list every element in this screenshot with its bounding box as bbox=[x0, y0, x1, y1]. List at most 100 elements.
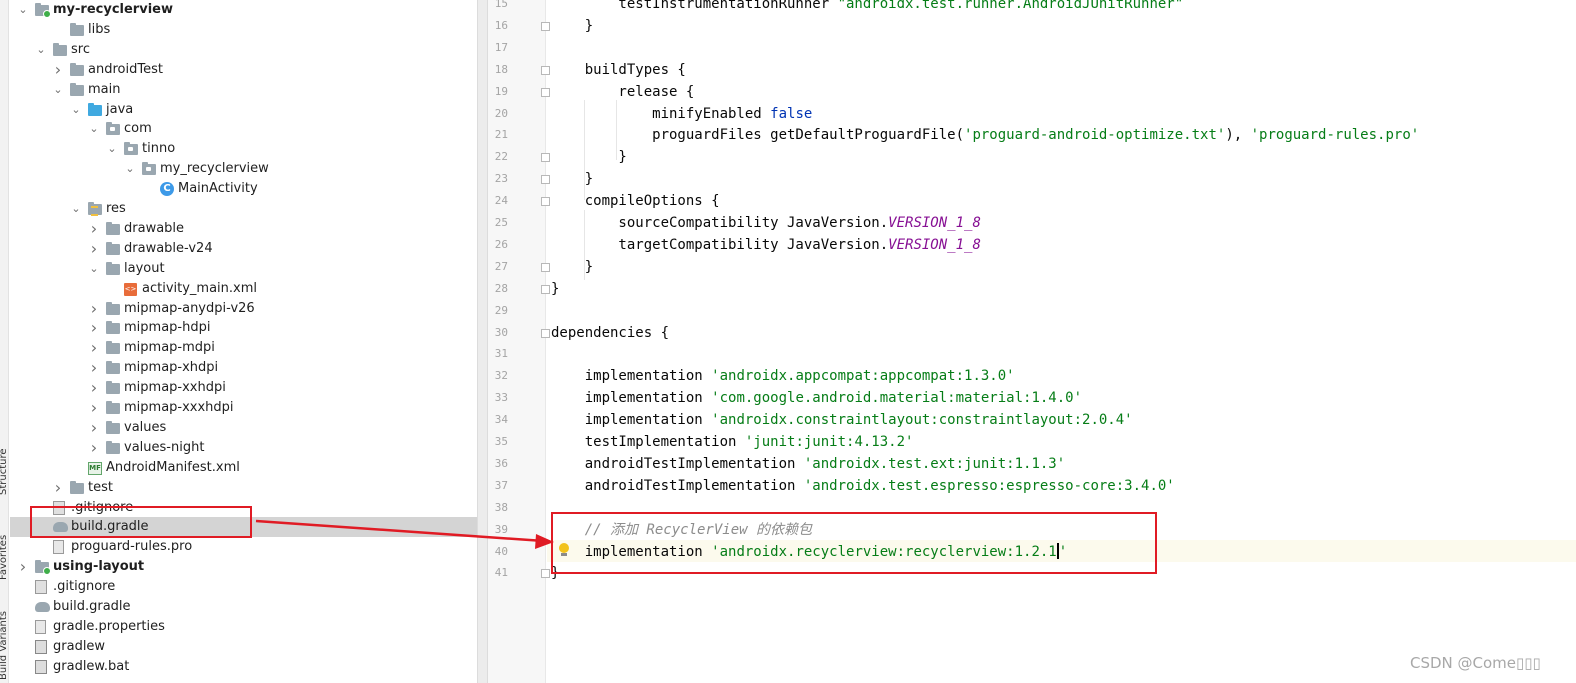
fold-marker-icon[interactable] bbox=[541, 21, 550, 31]
tree-item[interactable]: › mipmap-mdpi bbox=[10, 338, 486, 358]
build-variants-tab[interactable]: Build Variants bbox=[0, 610, 8, 683]
structure-tab[interactable]: Structure bbox=[0, 440, 8, 500]
line-number: 25 bbox=[494, 216, 508, 229]
tree-item[interactable]: ⌄ layout bbox=[10, 259, 486, 279]
fold-marker-icon[interactable] bbox=[541, 197, 550, 207]
chevron-right-icon[interactable]: › bbox=[88, 358, 100, 378]
gradle-file-icon bbox=[35, 602, 50, 612]
tree-item[interactable]: › mipmap-xxhdpi bbox=[10, 378, 486, 398]
tree-item[interactable]: › mipmap-anydpi-v26 bbox=[10, 299, 486, 319]
fold-marker-icon[interactable] bbox=[541, 284, 550, 294]
tree-item[interactable]: ⌄ my_recyclerview bbox=[10, 159, 486, 179]
fold-marker-icon[interactable] bbox=[541, 569, 550, 579]
code-line[interactable]: androidTestImplementation 'androidx.test… bbox=[551, 475, 1175, 497]
chevron-right-icon[interactable]: › bbox=[88, 318, 100, 338]
tree-item[interactable]: <> activity_main.xml bbox=[10, 279, 486, 299]
code-line[interactable]: sourceCompatibility JavaVersion.VERSION_… bbox=[551, 212, 980, 234]
chevron-down-icon[interactable]: ⌄ bbox=[17, 0, 29, 20]
code-line[interactable]: } bbox=[551, 15, 593, 37]
chevron-down-icon[interactable]: ⌄ bbox=[70, 100, 82, 120]
fold-marker-icon[interactable] bbox=[541, 262, 550, 272]
code-line[interactable]: release { bbox=[551, 81, 694, 103]
code-line[interactable]: implementation 'androidx.constraintlayou… bbox=[551, 409, 1133, 431]
chevron-down-icon[interactable]: ⌄ bbox=[88, 259, 100, 279]
tree-item[interactable]: › mipmap-hdpi bbox=[10, 318, 486, 338]
tree-item[interactable]: › drawable-v24 bbox=[10, 239, 486, 259]
chevron-right-icon[interactable]: › bbox=[17, 557, 29, 577]
tree-item[interactable]: ⌄ src bbox=[10, 40, 486, 60]
fold-marker-icon[interactable] bbox=[541, 153, 550, 163]
chevron-right-icon[interactable]: › bbox=[88, 219, 100, 239]
tree-item[interactable]: › test bbox=[10, 478, 486, 498]
tree-item[interactable]: gradlew bbox=[10, 637, 486, 657]
tree-item[interactable]: › drawable bbox=[10, 219, 486, 239]
code-line[interactable]: } bbox=[551, 278, 559, 300]
tree-item[interactable]: .gitignore bbox=[10, 577, 486, 597]
code-line[interactable]: minifyEnabled false bbox=[551, 103, 812, 125]
tree-item-label: mipmap-hdpi bbox=[124, 320, 211, 336]
code-line[interactable]: } bbox=[551, 256, 593, 278]
source-folder-icon bbox=[88, 102, 102, 116]
chevron-down-icon[interactable]: ⌄ bbox=[106, 139, 118, 159]
tree-item[interactable]: gradle.properties bbox=[10, 617, 486, 637]
line-number: 23 bbox=[494, 172, 508, 186]
tree-item-label: gradlew bbox=[53, 638, 106, 654]
tree-item[interactable]: › using-layout bbox=[10, 557, 486, 577]
tree-item-label: drawable-v24 bbox=[124, 240, 213, 256]
chevron-right-icon[interactable]: › bbox=[52, 60, 64, 80]
tree-item[interactable]: proguard-rules.pro bbox=[10, 537, 486, 557]
tree-item[interactable]: C MainActivity bbox=[10, 179, 486, 199]
chevron-right-icon[interactable]: › bbox=[52, 478, 64, 498]
chevron-down-icon[interactable]: ⌄ bbox=[88, 119, 100, 139]
line-number: 26 bbox=[494, 237, 508, 251]
chevron-down-icon[interactable]: ⌄ bbox=[70, 199, 82, 219]
code-line[interactable]: compileOptions { bbox=[551, 190, 720, 212]
fold-marker-icon[interactable] bbox=[541, 328, 550, 338]
code-line[interactable]: implementation 'androidx.appcompat:appco… bbox=[551, 365, 1015, 387]
chevron-right-icon[interactable]: › bbox=[88, 438, 100, 458]
code-line[interactable]: testImplementation 'junit:junit:4.13.2' bbox=[551, 431, 914, 453]
tree-item-label: my-recyclerview bbox=[53, 2, 173, 17]
tree-item[interactable]: › mipmap-xhdpi bbox=[10, 358, 486, 378]
tree-item[interactable]: › values-night bbox=[10, 438, 486, 458]
tree-item-label: mipmap-xhdpi bbox=[124, 360, 219, 376]
tree-item[interactable]: ⌄ main bbox=[10, 80, 486, 100]
tree-item[interactable]: build.gradle bbox=[10, 597, 486, 617]
chevron-right-icon[interactable]: › bbox=[88, 418, 100, 438]
code-line[interactable]: targetCompatibility JavaVersion.VERSION_… bbox=[551, 234, 980, 256]
chevron-down-icon[interactable]: ⌄ bbox=[52, 80, 64, 100]
panel-splitter[interactable] bbox=[477, 0, 488, 683]
chevron-down-icon[interactable]: ⌄ bbox=[35, 40, 47, 60]
tree-item[interactable]: ⌄ res bbox=[10, 199, 486, 219]
tree-item[interactable]: ⌄ tinno bbox=[10, 139, 486, 159]
code-line[interactable]: buildTypes { bbox=[551, 59, 686, 81]
tree-item[interactable]: › mipmap-xxxhdpi bbox=[10, 398, 486, 418]
code-line[interactable]: } bbox=[551, 168, 593, 190]
tree-item[interactable]: › androidTest bbox=[10, 60, 486, 80]
fold-marker-icon[interactable] bbox=[541, 175, 550, 185]
line-number: 27 bbox=[494, 259, 508, 273]
tree-item[interactable]: libs bbox=[10, 20, 486, 40]
chevron-right-icon[interactable]: › bbox=[88, 378, 100, 398]
code-line[interactable]: androidTestImplementation 'androidx.test… bbox=[551, 453, 1065, 475]
favorites-tab[interactable]: Favorites bbox=[0, 525, 8, 585]
fold-marker-icon[interactable] bbox=[541, 65, 550, 75]
chevron-right-icon[interactable]: › bbox=[88, 338, 100, 358]
tree-item[interactable]: ⌄ java bbox=[10, 100, 486, 120]
tree-item[interactable]: gradlew.bat bbox=[10, 657, 486, 677]
chevron-right-icon[interactable]: › bbox=[88, 239, 100, 259]
fold-marker-icon[interactable] bbox=[541, 87, 550, 97]
chevron-down-icon[interactable]: ⌄ bbox=[124, 159, 136, 179]
code-line[interactable]: testInstrumentationRunner "androidx.test… bbox=[551, 0, 1183, 15]
code-line[interactable]: } bbox=[551, 146, 626, 168]
tree-item[interactable]: ⌄ my-recyclerview bbox=[10, 0, 486, 20]
code-line[interactable]: dependencies { bbox=[551, 322, 669, 344]
tree-item[interactable]: ⌄ com bbox=[10, 119, 486, 139]
code-line[interactable]: implementation 'com.google.android.mater… bbox=[551, 387, 1082, 409]
chevron-right-icon[interactable]: › bbox=[88, 398, 100, 418]
tree-item[interactable]: › values bbox=[10, 418, 486, 438]
tree-item[interactable]: MF AndroidManifest.xml bbox=[10, 458, 486, 478]
code-line[interactable]: proguardFiles getDefaultProguardFile('pr… bbox=[551, 124, 1419, 146]
tree-item-label: mipmap-anydpi-v26 bbox=[124, 300, 255, 316]
chevron-right-icon[interactable]: › bbox=[88, 299, 100, 319]
